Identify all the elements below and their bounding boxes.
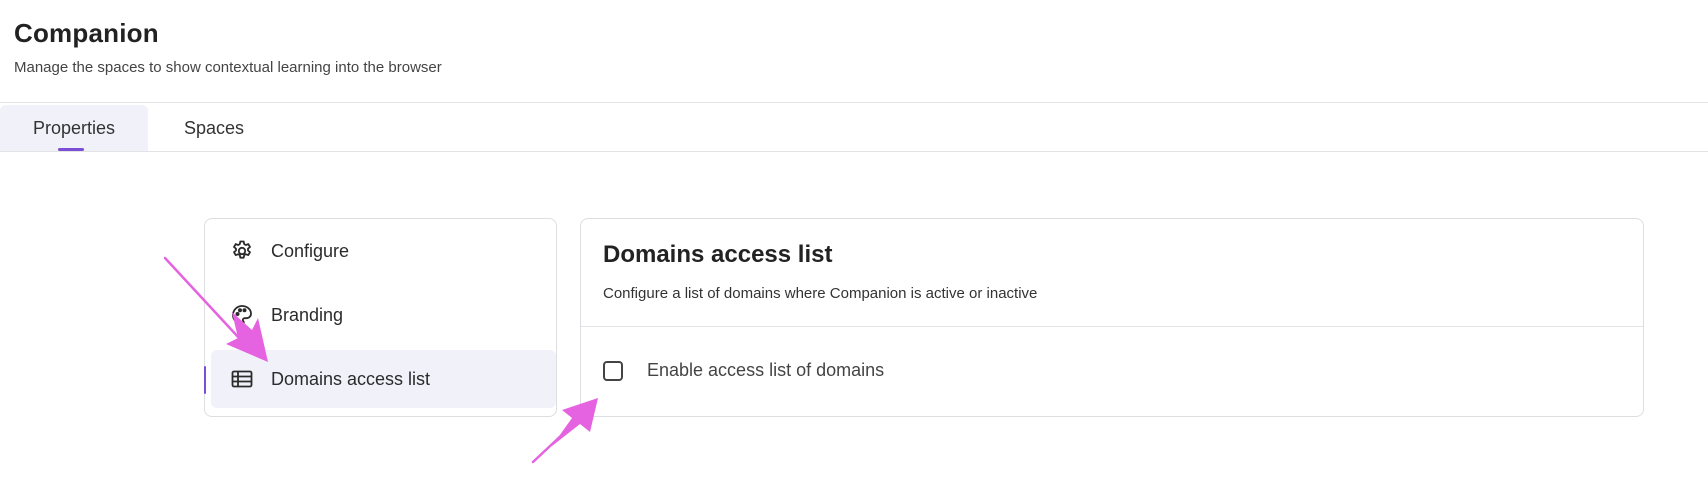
enable-access-list-label[interactable]: Enable access list of domains bbox=[647, 360, 884, 381]
domains-access-list-panel: Domains access list Configure a list of … bbox=[580, 218, 1644, 417]
page-subtitle: Manage the spaces to show contextual lea… bbox=[14, 59, 442, 76]
sidebar-item-domains-access-list[interactable]: Domains access list bbox=[204, 350, 556, 408]
table-list-icon bbox=[229, 366, 255, 392]
enable-access-list-row[interactable]: Enable access list of domains bbox=[603, 360, 884, 381]
active-item-marker bbox=[204, 366, 206, 394]
panel-divider bbox=[581, 326, 1643, 327]
sidebar-item-branding[interactable]: Branding bbox=[211, 286, 556, 344]
active-tab-indicator bbox=[58, 148, 84, 151]
tabs-bar: Properties Spaces bbox=[0, 102, 1708, 152]
sidebar-item-domains-access-list-label: Domains access list bbox=[271, 368, 431, 389]
tab-spaces-label: Spaces bbox=[183, 117, 245, 138]
panel-description: Configure a list of domains where Compan… bbox=[603, 285, 1038, 302]
panel-title: Domains access list bbox=[603, 241, 833, 268]
sidebar-item-branding-label: Branding bbox=[271, 304, 344, 325]
palette-icon bbox=[229, 302, 255, 328]
settings-sidebar: Configure Branding Domains access list bbox=[204, 218, 557, 417]
tab-properties[interactable]: Properties bbox=[0, 105, 148, 151]
tab-spaces[interactable]: Spaces bbox=[164, 105, 264, 151]
sidebar-item-configure[interactable]: Configure bbox=[211, 222, 556, 280]
page-title: Companion bbox=[14, 18, 159, 48]
gear-icon bbox=[229, 238, 255, 264]
tab-properties-label: Properties bbox=[32, 117, 116, 138]
sidebar-item-configure-label: Configure bbox=[271, 240, 350, 261]
enable-access-list-checkbox[interactable] bbox=[603, 360, 623, 381]
